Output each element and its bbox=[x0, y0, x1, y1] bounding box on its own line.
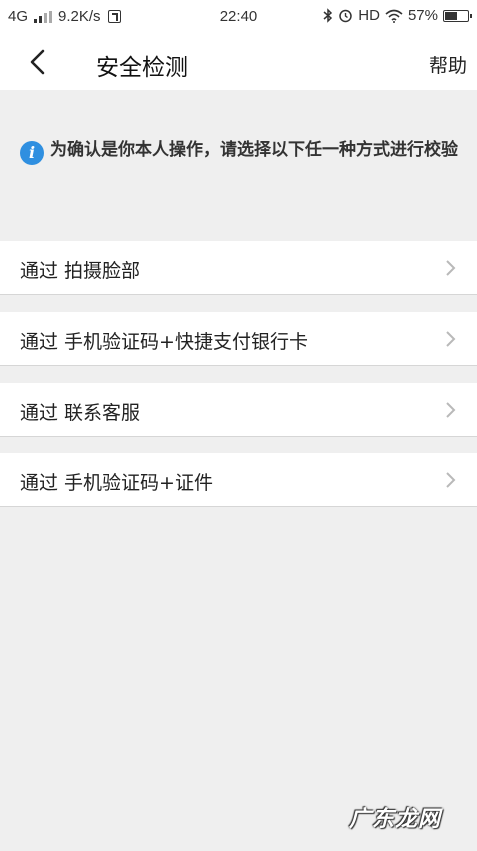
alarm-icon bbox=[339, 9, 353, 23]
nav-bar: 安全检测 帮助 bbox=[0, 34, 477, 90]
option-sms-id-document[interactable]: 通过 手机验证码+证件 bbox=[0, 453, 477, 507]
page-title: 安全检测 bbox=[96, 55, 188, 81]
option-label: 通过 手机验证码+证件 bbox=[20, 472, 213, 494]
status-bar: 4G 9.2K/s 22:40 HD 57% bbox=[0, 0, 477, 34]
option-label: 通过 联系客服 bbox=[20, 402, 141, 424]
watermark: 广东龙网 bbox=[348, 806, 441, 832]
hd-indicator: HD bbox=[358, 7, 380, 24]
info-message: i 为确认是你本人操作，请选择以下任一种方式进行校验 bbox=[20, 134, 470, 166]
chevron-right-icon bbox=[446, 402, 456, 418]
info-icon: i bbox=[20, 141, 44, 165]
option-label: 通过 拍摄脸部 bbox=[20, 260, 141, 282]
chevron-right-icon bbox=[446, 260, 456, 276]
option-sms-bank-card[interactable]: 通过 手机验证码+快捷支付银行卡 bbox=[0, 312, 477, 366]
battery-icon bbox=[443, 9, 472, 22]
chevron-right-icon bbox=[446, 472, 456, 488]
battery-fill bbox=[445, 11, 457, 20]
bluetooth-icon bbox=[323, 8, 333, 23]
info-text: 为确认是你本人操作，请选择以下任一种方式进行校验 bbox=[50, 140, 458, 160]
option-contact-support[interactable]: 通过 联系客服 bbox=[0, 383, 477, 437]
battery-percent: 57% bbox=[407, 7, 438, 24]
status-right: HD 57% bbox=[323, 7, 472, 24]
help-button[interactable]: 帮助 bbox=[429, 51, 467, 78]
option-label: 通过 手机验证码+快捷支付银行卡 bbox=[20, 331, 308, 353]
option-face-capture[interactable]: 通过 拍摄脸部 bbox=[0, 241, 477, 295]
wifi-icon bbox=[385, 9, 403, 23]
chevron-right-icon bbox=[446, 331, 456, 347]
back-arrow-icon[interactable] bbox=[26, 48, 52, 76]
